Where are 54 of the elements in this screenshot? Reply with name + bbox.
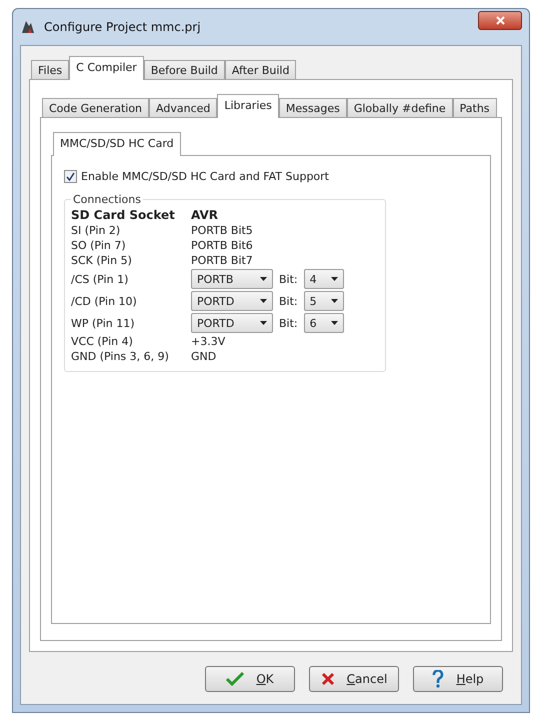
caret-icon <box>330 299 338 303</box>
ok-button[interactable]: OK <box>205 666 295 692</box>
port-value: PORTB Bit7 <box>191 254 254 267</box>
tab[interactable]: Code Generation <box>42 98 150 118</box>
caret-icon <box>260 321 267 325</box>
pin-label: SI (Pin 2) <box>71 224 122 237</box>
bit-label: Bit: <box>279 294 298 308</box>
tab[interactable]: Files <box>31 60 70 80</box>
pin-label: WP (Pin 11) <box>71 316 136 330</box>
group-title: Connections <box>72 193 142 206</box>
bit-dropdown[interactable]: 5 <box>304 291 344 311</box>
caret-icon <box>330 277 338 281</box>
tab[interactable]: Messages <box>278 98 347 118</box>
pin-label: VCC (Pin 4) <box>71 335 134 348</box>
check-icon <box>226 672 244 686</box>
tab[interactable]: Paths <box>452 98 497 118</box>
help-button[interactable]: Help <box>413 666 503 692</box>
pin-label: /CD (Pin 10) <box>71 294 138 308</box>
caret-icon <box>260 299 267 303</box>
bit-label: Bit: <box>279 272 298 286</box>
checkbox[interactable] <box>64 170 77 183</box>
tab[interactable]: Before Build <box>144 60 225 80</box>
cross-icon <box>320 672 335 686</box>
pin-label: GND (Pins 3, 6, 9) <box>71 350 170 363</box>
checkbox-label: Enable MMC/SD/SD HC Card and FAT Support <box>81 170 329 183</box>
caret-icon <box>330 321 338 325</box>
close-button[interactable] <box>478 10 522 30</box>
question-icon <box>432 670 444 688</box>
tab[interactable]: After Build <box>224 60 296 80</box>
port-value: PORTB Bit5 <box>191 224 254 237</box>
close-icon <box>496 16 504 24</box>
port-value: GND <box>191 350 218 363</box>
bit-dropdown[interactable]: 6 <box>304 313 344 333</box>
column-header: SD Card Socket <box>71 208 176 222</box>
pin-label: SCK (Pin 5) <box>71 254 133 267</box>
pin-label: /CS (Pin 1) <box>71 272 130 286</box>
tab[interactable]: MMC/SD/SD HC Card <box>53 132 181 156</box>
cancel-button[interactable]: Cancel <box>309 666 399 692</box>
tab[interactable]: Globally #define <box>346 98 453 118</box>
window-title: Configure Project mmc.prj <box>44 20 202 34</box>
pin-label: SO (Pin 7) <box>71 239 127 252</box>
column-header: AVR <box>191 208 219 222</box>
port-dropdown[interactable]: PORTB <box>191 269 273 289</box>
bit-dropdown[interactable]: 4 <box>304 269 344 289</box>
bit-label: Bit: <box>279 316 298 330</box>
tab[interactable]: Libraries <box>217 94 279 118</box>
port-dropdown[interactable]: PORTD <box>191 291 273 311</box>
port-value: +3.3V <box>191 335 226 348</box>
port-dropdown[interactable]: PORTD <box>191 313 273 333</box>
port-value: PORTB Bit6 <box>191 239 254 252</box>
tab[interactable]: C Compiler <box>69 56 144 80</box>
caret-icon <box>260 277 267 281</box>
app-icon <box>20 19 36 35</box>
tab[interactable]: Advanced <box>149 98 218 118</box>
